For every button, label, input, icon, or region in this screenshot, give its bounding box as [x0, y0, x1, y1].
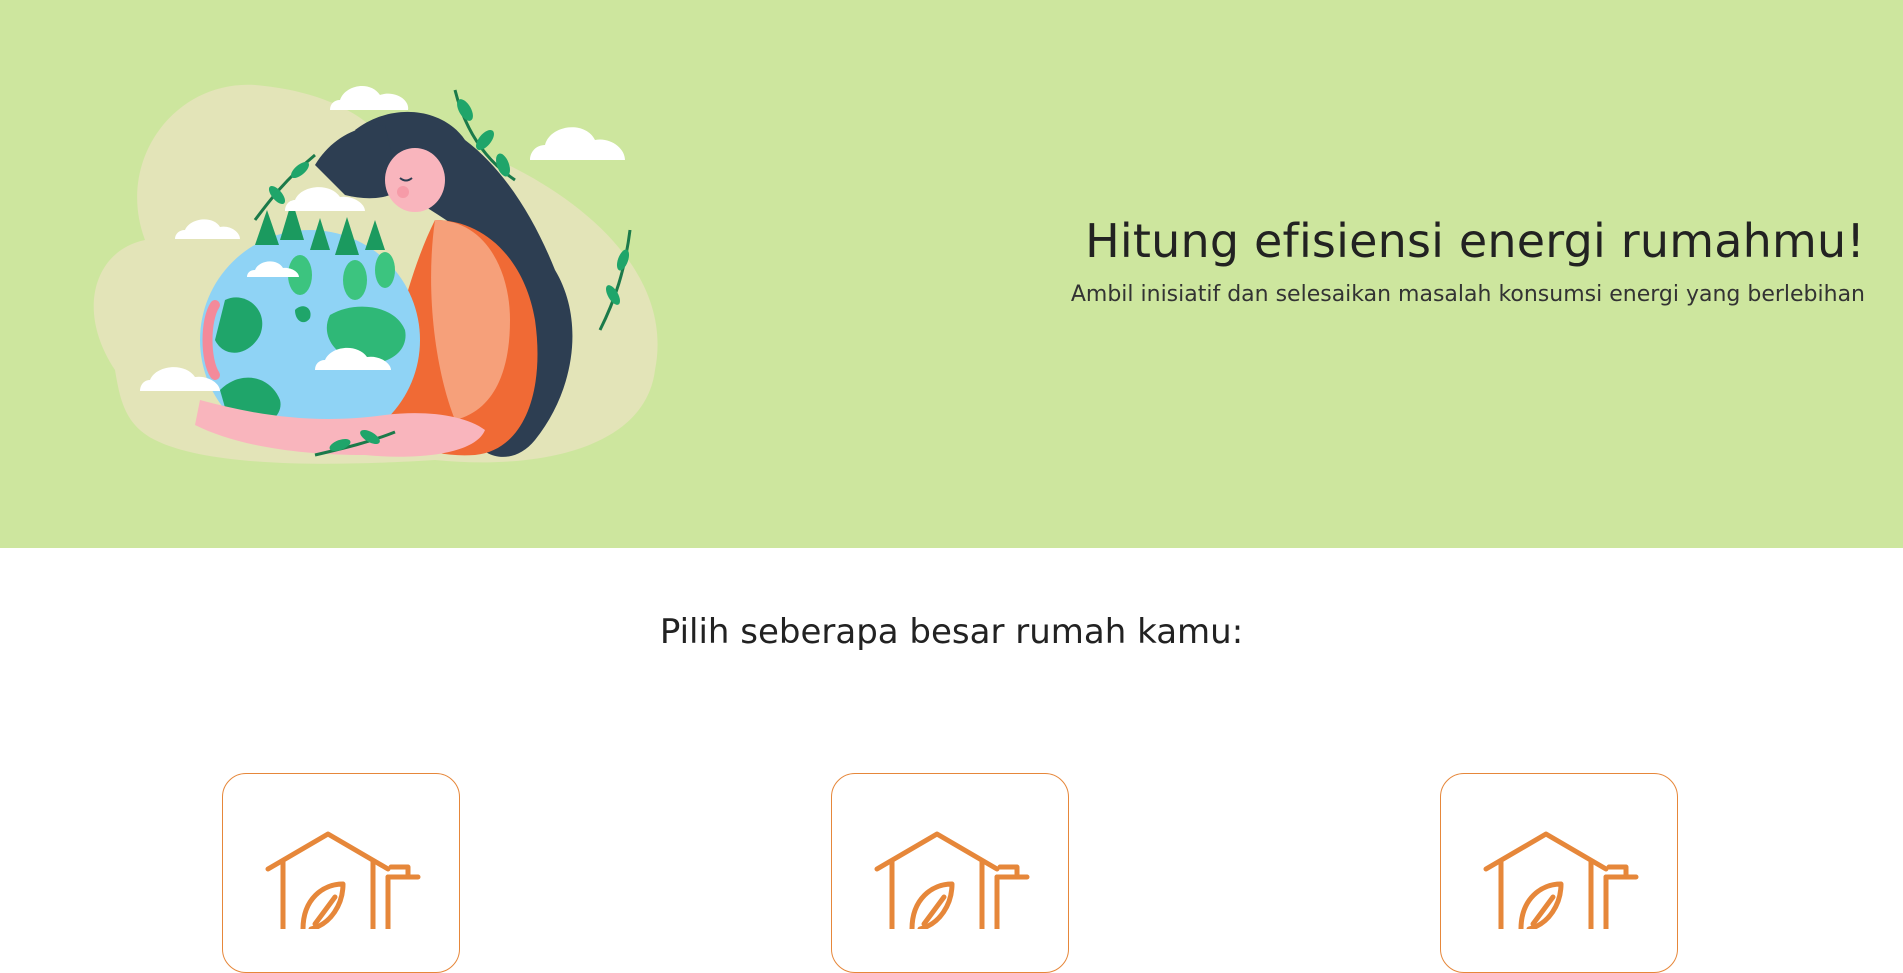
hero-text: Hitung efisiensi energi rumahmu! Ambil i…: [1071, 214, 1865, 307]
hero-title: Hitung efisiensi energi rumahmu!: [1085, 214, 1865, 268]
house-size-card-3[interactable]: [1440, 773, 1678, 973]
eco-house-icon: [1483, 831, 1639, 929]
house-size-card-1[interactable]: [222, 773, 460, 973]
house-size-card-2[interactable]: [831, 773, 1069, 973]
house-size-prompt: Pilih seberapa besar rumah kamu:: [659, 612, 1244, 652]
hero-banner: Hitung efisiensi energi rumahmu! Ambil i…: [0, 0, 1903, 548]
eco-house-icon: [874, 831, 1030, 929]
woman-hugging-earth-illustration: [93, 84, 658, 464]
house-size-options: [0, 773, 1903, 973]
hero-subtitle: Ambil inisiatif dan selesaikan masalah k…: [1070, 282, 1865, 307]
eco-house-icon: [265, 831, 421, 929]
